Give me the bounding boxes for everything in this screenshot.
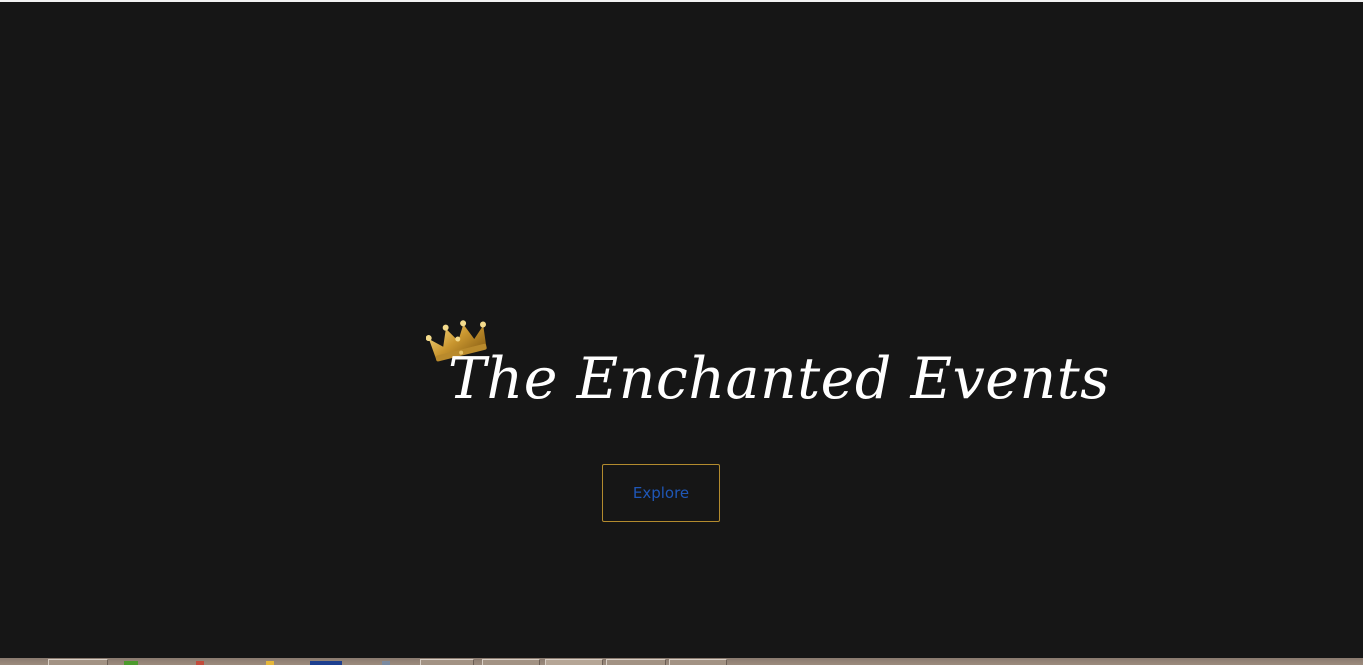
explore-button[interactable]: Explore [602, 464, 720, 522]
hero-section: The Enchanted Events Explore [0, 2, 1363, 658]
taskbar-button[interactable] [545, 659, 603, 665]
app-icon[interactable] [382, 661, 390, 665]
taskbar-button[interactable] [606, 659, 666, 665]
os-taskbar [0, 658, 1363, 665]
taskbar-button[interactable] [669, 659, 727, 665]
taskbar-button[interactable] [482, 659, 540, 665]
brand-logo: The Enchanted Events [426, 318, 1109, 418]
app-icon[interactable] [266, 661, 274, 665]
app-icon[interactable] [124, 661, 138, 665]
app-icon[interactable] [196, 661, 204, 665]
taskbar-button[interactable] [48, 659, 108, 665]
site-title: The Enchanted Events [448, 346, 1110, 412]
taskbar-button[interactable] [420, 659, 474, 665]
app-icon[interactable] [310, 661, 342, 665]
